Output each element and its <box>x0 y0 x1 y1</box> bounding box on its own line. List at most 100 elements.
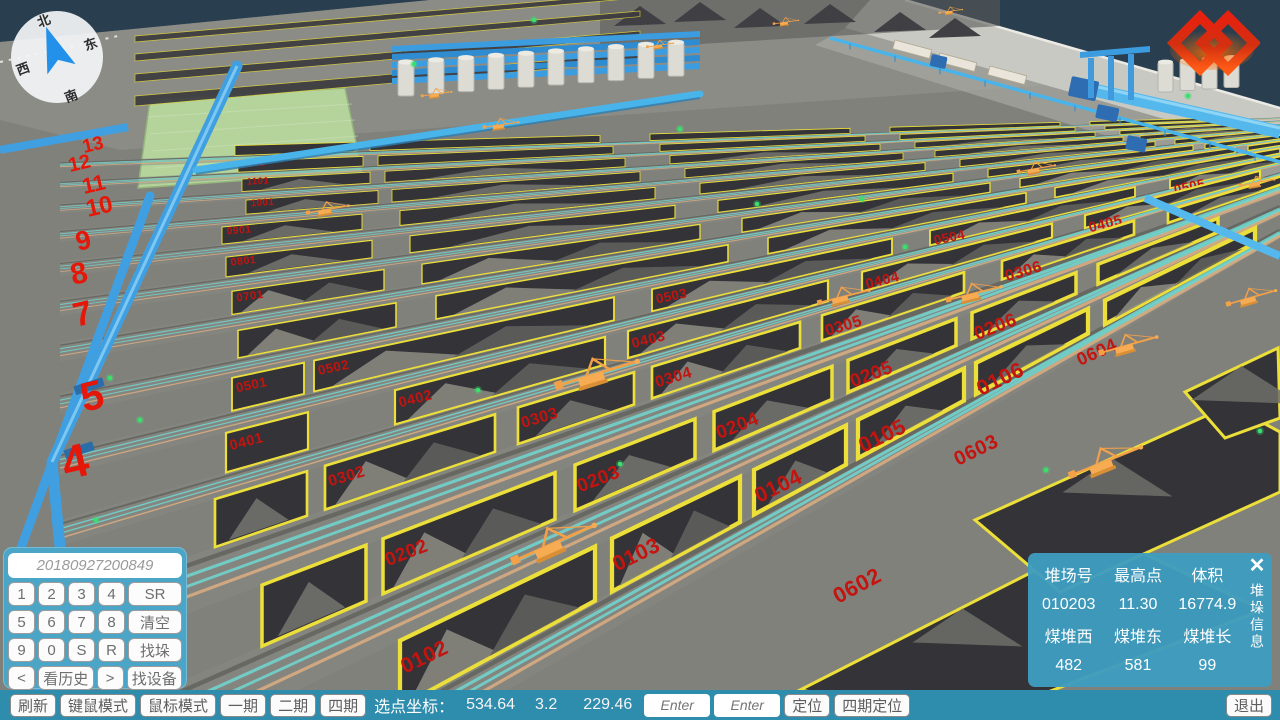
coord-input-1[interactable] <box>644 694 710 717</box>
status-dot <box>138 418 143 423</box>
silo <box>638 44 654 78</box>
status-dot <box>94 518 99 523</box>
view-history-button[interactable]: 看历史 <box>38 666 94 690</box>
history-prev-button[interactable]: < <box>8 666 35 690</box>
status-dot <box>108 376 113 381</box>
pile-info-value: 010203 <box>1042 596 1095 614</box>
pile-info-value: 16774.9 <box>1178 596 1236 614</box>
silo <box>488 55 504 89</box>
status-dot <box>1258 429 1263 434</box>
silo <box>548 51 564 85</box>
sr-button[interactable]: SR <box>128 582 182 606</box>
silo-top <box>488 53 504 58</box>
key-0[interactable]: 0 <box>38 638 65 662</box>
key-6[interactable]: 6 <box>38 610 65 634</box>
silo-top <box>578 46 594 51</box>
status-dot <box>1044 468 1049 473</box>
bottom-toolbar: 刷新键鼠模式鼠标模式一期二期四期 选点坐标： 534.64 3.2 229.46… <box>0 690 1280 720</box>
history-next-button[interactable]: > <box>97 666 124 690</box>
compass[interactable]: 北 东 西 南 <box>8 8 106 106</box>
pile-info-header: 最高点 <box>1114 562 1162 586</box>
key-8[interactable]: 8 <box>98 610 125 634</box>
silo-top <box>518 51 534 56</box>
toolbar-left-buttons: 刷新键鼠模式鼠标模式一期二期四期 <box>10 694 366 717</box>
coord-input-2[interactable] <box>714 694 780 717</box>
close-icon[interactable]: ✕ <box>1249 555 1266 577</box>
silo-top <box>458 55 474 60</box>
status-dot <box>412 62 417 67</box>
app-window: 1201110110010901080107010501050205030504… <box>0 0 1280 720</box>
key-3[interactable]: 3 <box>68 582 95 606</box>
pile-info-grid: 堆场号最高点体积01020311.3016774.9煤堆西煤堆东煤堆长48258… <box>1028 553 1242 687</box>
status-dot <box>860 197 865 202</box>
pile-id-label: 1001 <box>250 197 274 210</box>
machine-part <box>646 45 649 48</box>
silo <box>668 42 684 76</box>
locate-button[interactable]: 定位 <box>784 694 830 717</box>
key-1[interactable]: 1 <box>8 582 35 606</box>
company-logo <box>1164 10 1260 76</box>
key-7[interactable]: 7 <box>68 610 95 634</box>
blue-column <box>1108 56 1114 100</box>
history-input[interactable] <box>8 553 182 578</box>
coord-z-value: 229.46 <box>583 696 632 714</box>
machine-part <box>421 94 424 97</box>
machine-part <box>938 11 941 14</box>
coord-x-value: 534.64 <box>466 696 515 714</box>
key-4[interactable]: 4 <box>98 582 125 606</box>
status-dot <box>532 18 537 23</box>
key-r[interactable]: R <box>98 638 125 662</box>
selected-point-coords-label: 选点坐标： <box>374 693 454 717</box>
phase4-button[interactable]: 四期 <box>320 694 366 717</box>
blue-column <box>1128 54 1134 100</box>
phase2-button[interactable]: 二期 <box>270 694 316 717</box>
silo <box>458 58 474 92</box>
phase1-button[interactable]: 一期 <box>220 694 266 717</box>
coord-y-value: 3.2 <box>535 696 557 714</box>
pile-info-vertical-title: 堆垛信息 <box>1247 583 1267 651</box>
keyboard-mouse-mode-button[interactable]: 键鼠模式 <box>60 694 136 717</box>
refresh-button[interactable]: 刷新 <box>10 694 56 717</box>
phase4-locate-button[interactable]: 四期定位 <box>834 694 910 717</box>
pile-info-value: 99 <box>1198 657 1216 675</box>
key-2[interactable]: 2 <box>38 582 65 606</box>
pile-info-header: 煤堆东 <box>1114 623 1162 647</box>
keypad-rows: 1234SR5678清空90SR找垛<看历史>找设备 <box>8 582 182 690</box>
status-dot <box>678 127 683 132</box>
status-dot <box>755 202 760 207</box>
pile-info-header: 堆场号 <box>1045 562 1093 586</box>
key-9[interactable]: 9 <box>8 638 35 662</box>
toolbar-mid-buttons: 定位四期定位 <box>784 694 910 717</box>
exit-button[interactable]: 退出 <box>1226 694 1272 717</box>
silo <box>518 53 534 87</box>
blue-column <box>1088 58 1094 98</box>
pile-info-header: 体积 <box>1191 562 1223 586</box>
machine-part <box>1016 169 1020 173</box>
silo <box>608 47 624 81</box>
silo-top <box>608 44 624 49</box>
silo-top <box>548 48 564 53</box>
machine-part <box>1238 183 1242 187</box>
pile-info-value: 581 <box>1125 657 1152 675</box>
pile-info-value: 482 <box>1055 657 1082 675</box>
machine-part <box>773 22 776 25</box>
machine-part <box>483 125 487 129</box>
clear-button[interactable]: 清空 <box>128 610 182 634</box>
status-dot <box>1186 94 1191 99</box>
mouse-mode-button[interactable]: 鼠标模式 <box>140 694 216 717</box>
find-device-button[interactable]: 找设备 <box>127 666 183 690</box>
silo <box>578 49 594 83</box>
find-pile-button[interactable]: 找垛 <box>128 638 182 662</box>
status-dot <box>618 462 623 467</box>
pile-info-panel: 堆场号最高点体积01020311.3016774.9煤堆西煤堆东煤堆长48258… <box>1028 553 1272 687</box>
pile-info-header: 煤堆西 <box>1045 623 1093 647</box>
pile-id-label: 0901 <box>226 224 252 237</box>
pile-info-value: 11.30 <box>1119 596 1158 614</box>
keypad-panel: 1234SR5678清空90SR找垛<看历史>找设备 <box>3 547 187 689</box>
machine-part <box>306 210 311 215</box>
status-dot <box>903 245 908 250</box>
key-5[interactable]: 5 <box>8 610 35 634</box>
pile-id-label: 1101 <box>247 176 270 187</box>
key-s[interactable]: S <box>68 638 95 662</box>
silo-top <box>428 57 444 62</box>
